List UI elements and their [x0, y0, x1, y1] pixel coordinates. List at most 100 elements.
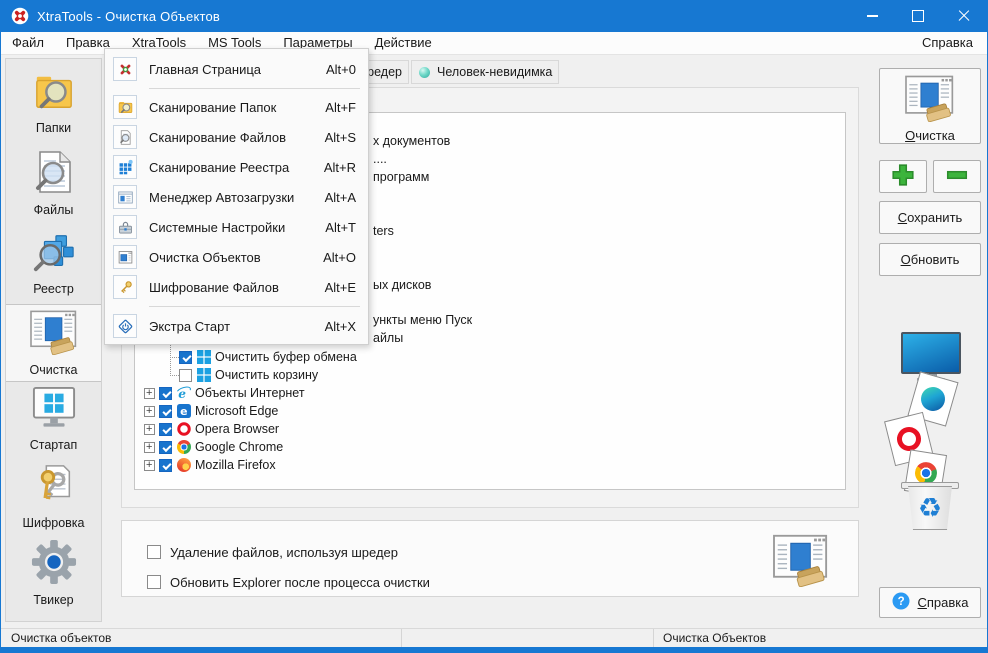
tab-invisible-man[interactable]: Человек-невидимка — [411, 60, 559, 84]
cleanup-icon — [28, 309, 80, 360]
clean-button[interactable]: Очистка — [879, 68, 981, 144]
menu-item-system-settings[interactable]: Системные Настройки Alt+T — [105, 212, 368, 242]
tree-item-chrome[interactable]: Google Chrome — [144, 438, 283, 456]
sphere-icon — [419, 66, 430, 78]
menu-item-extra-start[interactable]: Экстра Старт Alt+X — [105, 311, 368, 341]
menu-item-registry-scan[interactable]: Сканирование Реестра Alt+R — [105, 152, 368, 182]
app-window: XtraTools - Очистка Объектов Файл Правка… — [0, 0, 988, 653]
expand-plus-icon[interactable] — [144, 405, 155, 418]
sidebar-item-label: Стартап — [29, 438, 78, 452]
minimize-button[interactable] — [849, 0, 895, 32]
expand-plus-icon[interactable] — [144, 387, 155, 400]
expand-plus-icon[interactable] — [144, 441, 155, 454]
tree-item-firefox[interactable]: Mozilla Firefox — [144, 456, 276, 474]
sidebar-item-label: Папки — [35, 121, 72, 135]
maximize-button[interactable] — [895, 0, 941, 32]
checkbox-checked-icon[interactable] — [159, 440, 172, 454]
shortcut-label: Alt+T — [325, 219, 356, 235]
tab-label: Человек-невидимка — [437, 65, 553, 79]
expand-plus-icon[interactable] — [144, 459, 155, 472]
checkbox-checked-icon[interactable] — [179, 350, 192, 364]
autostart-manager-icon — [113, 185, 137, 209]
home-icon — [113, 57, 137, 81]
tree-item-fragment[interactable]: ункты меню Пуск — [373, 311, 472, 329]
app-icon — [11, 7, 29, 25]
menu-item-file-encryption[interactable]: Шифрование Файлов Alt+E — [105, 272, 368, 302]
menubar-file[interactable]: Файл — [1, 32, 55, 54]
checkbox-checked-icon[interactable] — [159, 404, 172, 418]
tree-item-fragment[interactable]: ых дисков — [373, 276, 431, 294]
sidebar-item-label: Шифровка — [22, 516, 85, 530]
shortcut-label: Alt+X — [324, 318, 356, 334]
menubar-action[interactable]: Действие — [364, 32, 443, 54]
close-button[interactable] — [941, 0, 987, 32]
help-icon: ? — [892, 592, 910, 613]
expand-plus-icon[interactable] — [144, 423, 155, 436]
sidebar-item-folders[interactable]: Папки — [6, 65, 101, 141]
sidebar-item-startup[interactable]: Стартап — [6, 381, 101, 457]
sidebar-item-label: Файлы — [33, 203, 74, 217]
encryption-keys-icon — [31, 462, 77, 513]
options-panel: Удаление файлов, используя шредер Обнови… — [121, 520, 859, 597]
checkbox-checked-icon[interactable] — [159, 386, 172, 400]
option-refresh-explorer[interactable]: Обновить Explorer после процесса очистки — [147, 573, 430, 591]
tree-item-fragment[interactable]: х документов — [373, 132, 450, 150]
file-scan-icon — [113, 125, 137, 149]
help-button-label: Справка — [917, 595, 969, 610]
help-button[interactable]: ? Справка — [879, 587, 981, 618]
menu-item-home[interactable]: Главная Страница Alt+0 — [105, 54, 368, 84]
sidebar-item-registry[interactable]: Реестр — [6, 225, 101, 301]
checkbox-unchecked-icon[interactable] — [147, 545, 161, 559]
sidebar-item-encryption[interactable]: Шифровка — [6, 458, 101, 534]
cleanup-icon — [770, 533, 832, 592]
firefox-logo-icon — [176, 458, 191, 473]
clean-button-label: Очистка — [905, 127, 955, 143]
tree-item-fragment[interactable]: .... — [373, 150, 387, 168]
tree-item-recycle-bin[interactable]: Очистить корзину — [169, 357, 318, 384]
tree-item-microsoft-edge[interactable]: e Microsoft Edge — [144, 402, 278, 420]
edge-logo-icon: e — [176, 404, 191, 419]
recycle-bin-icon: ♻ — [908, 486, 952, 530]
sidebar-item-label: Реестр — [33, 282, 74, 296]
checkbox-checked-icon[interactable] — [159, 422, 172, 436]
sidebar-item-label: Очистка — [29, 363, 78, 377]
title-bar: XtraTools - Очистка Объектов — [1, 0, 987, 32]
refresh-button[interactable]: Обновить — [879, 243, 981, 276]
tree-item-fragment[interactable]: айлы — [373, 329, 403, 347]
tree-item-fragment[interactable]: программ — [373, 168, 429, 186]
checkbox-unchecked-icon[interactable] — [147, 575, 161, 589]
refresh-button-label: Обновить — [900, 252, 960, 267]
add-button[interactable] — [879, 160, 927, 193]
minus-icon — [944, 163, 970, 190]
menu-item-file-scan[interactable]: Сканирование Файлов Alt+S — [105, 122, 368, 152]
remove-button[interactable] — [933, 160, 981, 193]
extra-start-icon — [113, 314, 137, 338]
gear-icon — [31, 539, 77, 590]
cleanup-icon — [902, 74, 958, 125]
shortcut-label: Alt+O — [323, 249, 356, 265]
tree-item-opera[interactable]: Opera Browser — [144, 420, 279, 438]
tree-item-clipboard[interactable]: Очистить буфер обмена — [170, 339, 357, 366]
tree-item-fragment[interactable]: ters — [373, 222, 394, 240]
sidebar-item-tweaker[interactable]: Твикер — [6, 535, 101, 611]
checkbox-unchecked-icon[interactable] — [179, 368, 192, 382]
option-shredder[interactable]: Удаление файлов, используя шредер — [147, 543, 398, 561]
startup-monitor-icon — [31, 386, 77, 435]
window-title: XtraTools - Очистка Объектов — [37, 8, 221, 24]
svg-text:?: ? — [897, 596, 904, 608]
save-button[interactable]: Сохранить — [879, 201, 981, 234]
sidebar-item-files[interactable]: Файлы — [6, 145, 101, 221]
menu-item-folder-scan[interactable]: Сканирование Папок Alt+F — [105, 92, 368, 122]
menu-item-autostart-manager[interactable]: Менеджер Автозагрузки Alt+A — [105, 182, 368, 212]
key-icon — [113, 275, 137, 299]
menubar-help[interactable]: Справка — [908, 32, 987, 54]
shortcut-label: Alt+E — [324, 279, 356, 295]
menu-item-object-cleanup[interactable]: Очистка Объектов Alt+O — [105, 242, 368, 272]
sidebar-item-cleanup[interactable]: Очистка — [6, 304, 101, 382]
sidebar-item-label: Твикер — [33, 593, 74, 607]
shortcut-label: Alt+0 — [326, 61, 356, 77]
tree-item-internet-objects[interactable]: e Объекты Интернет — [144, 384, 305, 402]
shortcut-label: Alt+F — [325, 99, 356, 115]
checkbox-checked-icon[interactable] — [159, 458, 172, 472]
xtratools-dropdown-menu: Главная Страница Alt+0 Сканирование Папо… — [104, 48, 369, 345]
